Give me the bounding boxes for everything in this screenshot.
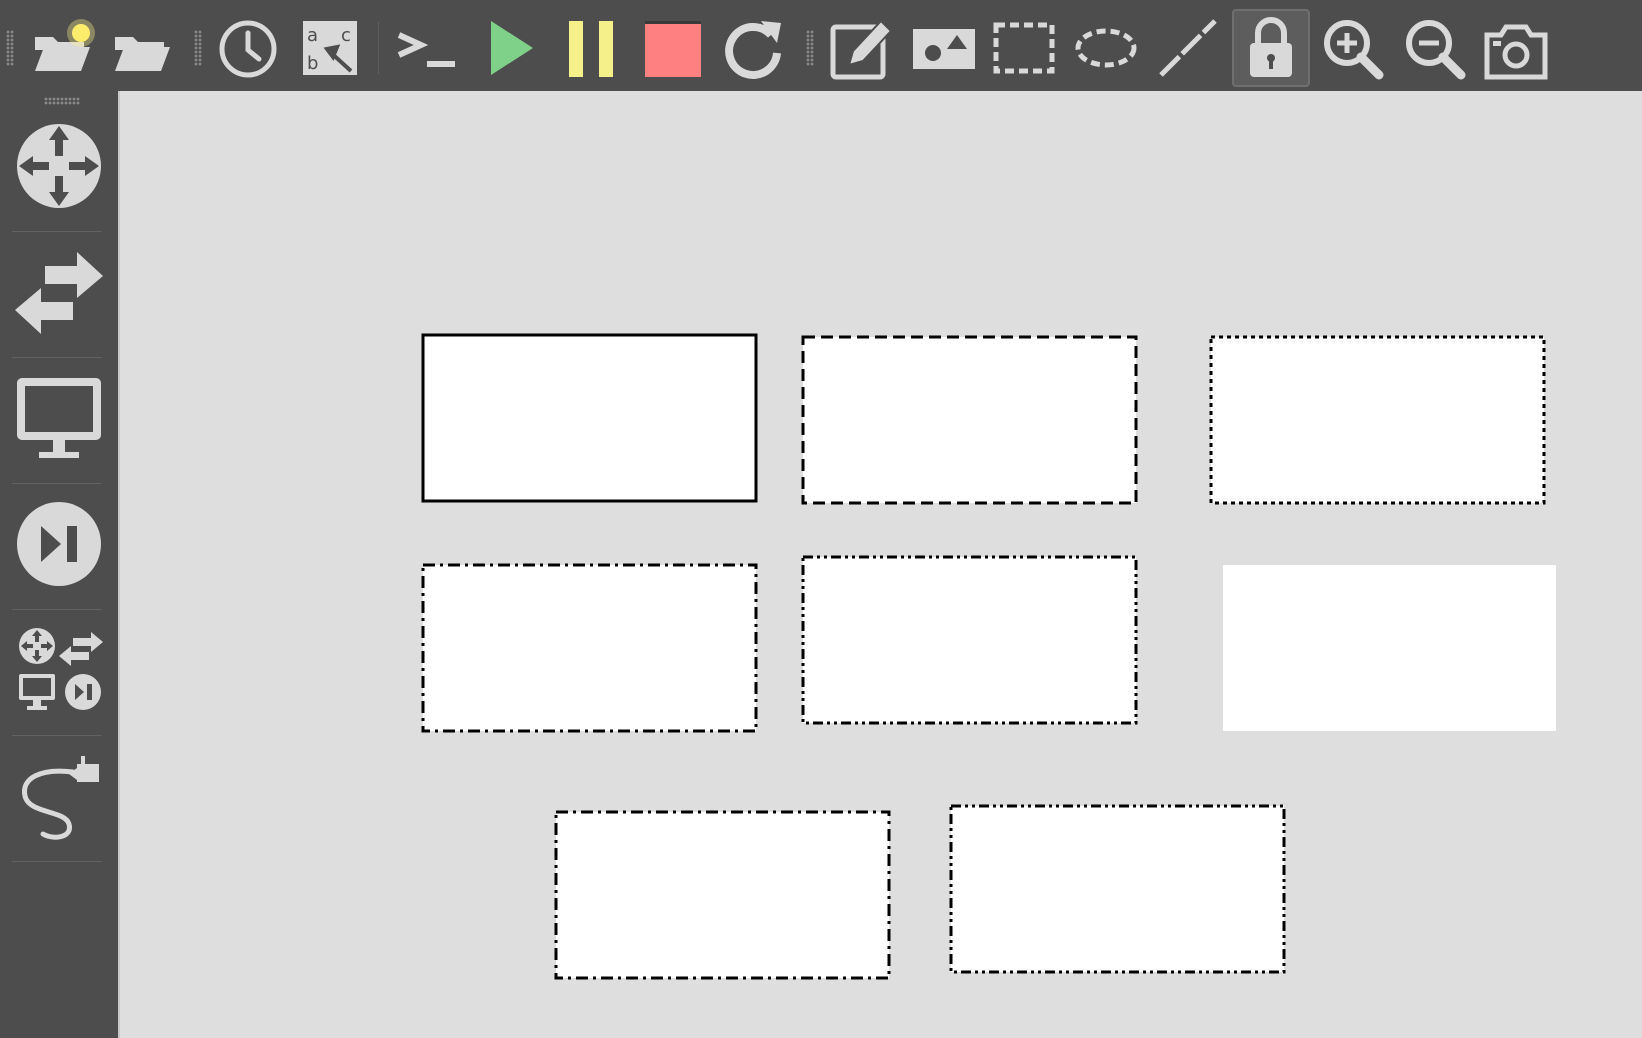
zoom-out-icon — [1406, 20, 1466, 80]
rectangle-dot[interactable] — [1209, 335, 1546, 505]
screenshot-button[interactable] — [1478, 10, 1554, 86]
show-labels-button[interactable]: a c b — [292, 10, 368, 86]
sidebar-separator — [12, 231, 102, 232]
insert-image-icon — [913, 29, 975, 69]
stop-all-button[interactable] — [634, 10, 710, 86]
add-link-icon — [22, 756, 99, 840]
snapshot-history-button[interactable] — [210, 10, 286, 86]
suspend-all-icon — [569, 21, 613, 77]
rectangle-dash-dot-2[interactable] — [554, 810, 891, 980]
sidebar-separator — [12, 861, 102, 862]
rectangle-solid[interactable] — [421, 333, 758, 503]
zoom-in-button[interactable] — [1314, 10, 1390, 86]
rectangle-dash-dot-dot-2[interactable] — [949, 804, 1286, 974]
routers-icon — [17, 124, 101, 208]
lock-unlock-icon — [1250, 17, 1292, 77]
sidebar-grip[interactable] — [44, 97, 80, 105]
sidebar-item-all-devices[interactable] — [8, 615, 110, 725]
lock-unlock-button[interactable] — [1232, 9, 1310, 87]
snapshot-history-icon — [219, 20, 277, 78]
sidebar-separator — [12, 483, 102, 484]
sidebar-separator — [12, 609, 102, 610]
zoom-in-icon — [1324, 20, 1384, 80]
draw-line-button[interactable] — [1150, 10, 1226, 86]
rectangle-dash-dot-dot[interactable] — [801, 555, 1138, 725]
add-note-button[interactable] — [824, 10, 900, 86]
rectangle-dash[interactable] — [801, 335, 1138, 505]
new-project-icon — [35, 19, 95, 71]
stop-all-icon — [645, 21, 701, 77]
new-project-button[interactable] — [24, 10, 100, 86]
draw-rectangle-button[interactable] — [986, 10, 1062, 86]
console-button[interactable] — [390, 10, 466, 86]
suspend-all-button[interactable] — [552, 10, 628, 86]
devices-sidebar — [0, 91, 118, 1038]
sidebar-item-routers[interactable] — [8, 111, 110, 221]
sidebar-item-end-devices[interactable] — [8, 363, 110, 473]
draw-ellipse-button[interactable] — [1068, 10, 1144, 86]
console-icon — [397, 32, 455, 67]
sidebar-separator — [12, 735, 102, 736]
scene-shapes — [421, 333, 1556, 980]
toolbar-separator — [378, 22, 379, 74]
security-devices-icon — [17, 502, 101, 586]
open-project-icon — [115, 37, 170, 71]
reload-all-icon — [725, 21, 781, 79]
draw-line-icon — [1159, 19, 1217, 77]
switches-icon — [15, 252, 103, 334]
open-project-button[interactable] — [104, 10, 180, 86]
sidebar-item-security-devices[interactable] — [8, 489, 110, 599]
all-devices-icon — [19, 628, 103, 710]
add-note-icon — [830, 19, 893, 80]
sidebar-separator — [12, 357, 102, 358]
zoom-out-button[interactable] — [1396, 10, 1472, 86]
start-all-icon — [491, 21, 533, 75]
toolbar-grip[interactable] — [194, 30, 202, 66]
rectangle-dash-dot[interactable] — [421, 563, 758, 733]
rectangle-no-border[interactable] — [1223, 565, 1556, 731]
svg-text:b: b — [307, 53, 318, 74]
sidebar-item-switches[interactable] — [8, 237, 110, 347]
end-devices-icon — [17, 378, 101, 458]
sidebar-item-add-link[interactable] — [8, 741, 110, 851]
svg-text:a: a — [307, 25, 318, 46]
reload-all-button[interactable] — [716, 10, 792, 86]
start-all-button[interactable] — [472, 10, 548, 86]
draw-ellipse-icon — [1075, 28, 1137, 68]
svg-text:c: c — [341, 25, 351, 46]
topology-canvas[interactable] — [118, 91, 1642, 1038]
draw-rectangle-icon — [993, 22, 1055, 74]
screenshot-icon — [1484, 24, 1548, 80]
toolbar-grip[interactable] — [6, 30, 14, 66]
show-labels-icon: a c b — [303, 21, 357, 75]
toolbar-grip[interactable] — [806, 30, 814, 66]
main-toolbar: a c b — [0, 0, 1642, 91]
insert-image-button[interactable] — [906, 10, 982, 86]
